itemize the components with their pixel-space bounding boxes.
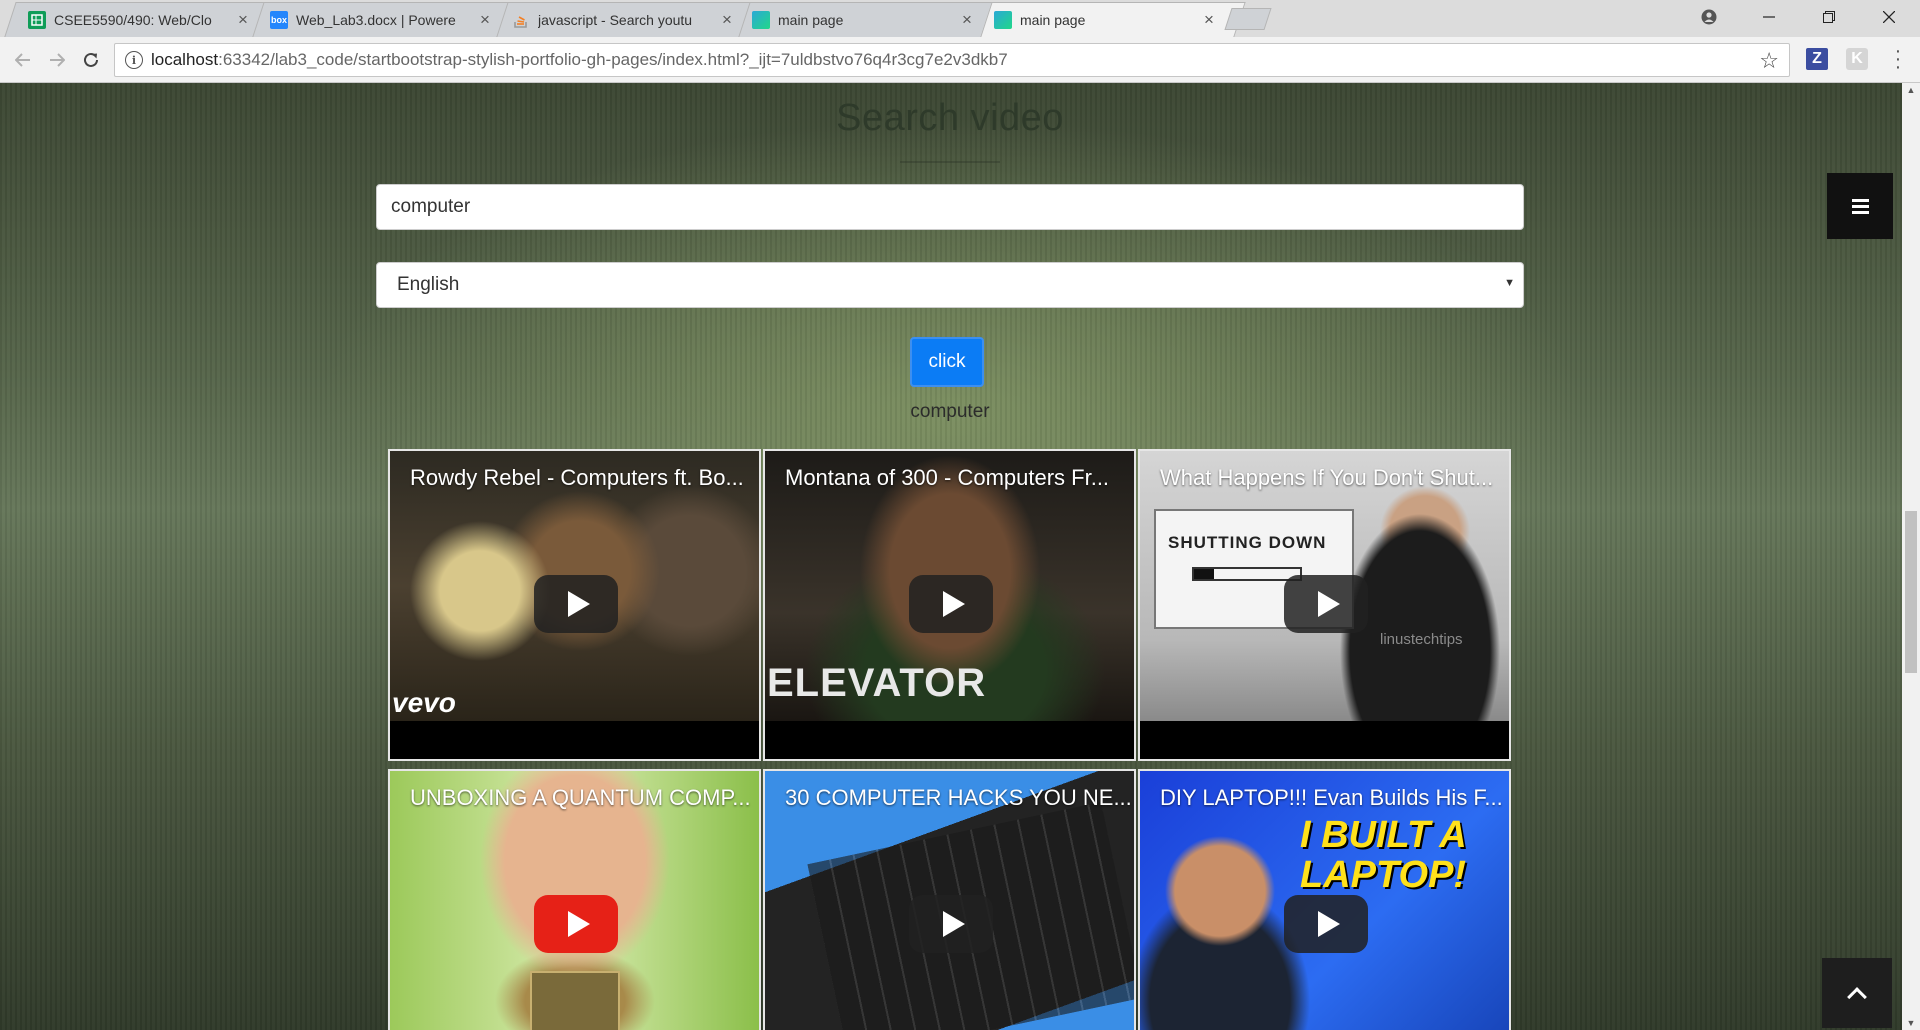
- extension-z-label: Z: [1812, 50, 1822, 67]
- close-icon[interactable]: ×: [958, 10, 976, 30]
- play-button[interactable]: [1284, 575, 1368, 633]
- video-title: 30 COMPUTER HACKS YOU NE...: [785, 785, 1132, 810]
- page-content: Search video English ▼ click computer ve…: [0, 83, 1902, 1030]
- elevator-logo: ELEVATOR: [767, 661, 987, 705]
- webstorm-icon: [752, 10, 770, 29]
- linustechtips-logo: linustechtips: [1380, 631, 1463, 648]
- close-icon[interactable]: ×: [476, 10, 494, 30]
- search-input[interactable]: [376, 184, 1524, 230]
- tab-title: main page: [778, 11, 844, 28]
- quantum-chip-shape: [530, 971, 620, 1030]
- video-title: UNBOXING A QUANTUM COMP...: [410, 785, 751, 810]
- stackoverflow-icon: [512, 11, 530, 29]
- extension-icon[interactable]: K: [1846, 48, 1868, 70]
- play-icon: [1318, 591, 1340, 617]
- tab-title: javascript - Search youtu: [538, 11, 693, 28]
- play-button[interactable]: [909, 895, 993, 953]
- i-built-a-laptop-text: I BUILT A LAPTOP!: [1300, 814, 1467, 896]
- video-title: Rowdy Rebel - Computers ft. Bo...: [410, 465, 744, 490]
- scroll-down-arrow-icon[interactable]: ▼: [1902, 1018, 1920, 1028]
- browser-menu-icon[interactable]: · · ·: [1890, 41, 1906, 77]
- scrollbar-thumb[interactable]: [1905, 511, 1917, 673]
- video-thumbnail[interactable]: vevo Rowdy Rebel - Computers ft. Bo...: [390, 451, 759, 721]
- browser-toolbar: i localhost:63342/lab3_code/startbootstr…: [0, 37, 1920, 83]
- video-title: What Happens If You Don't Shut...: [1160, 465, 1494, 490]
- dropdown-arrow-icon: ▼: [1504, 277, 1515, 289]
- restore-icon[interactable]: [1806, 0, 1852, 34]
- hamburger-icon: [1851, 198, 1869, 202]
- new-tab-button[interactable]: [1224, 8, 1272, 30]
- url-text: localhost:63342/lab3_code/startbootstrap…: [151, 50, 1008, 70]
- url-host: localhost: [151, 50, 219, 69]
- page-title: Search video: [836, 97, 1064, 139]
- video-thumbnail[interactable]: 30 COMPUTER HACKS YOU NE...: [765, 771, 1134, 1030]
- page-scrollbar[interactable]: ▲ ▼: [1902, 83, 1920, 1030]
- tab-title: Web_Lab3.docx | Powere: [296, 11, 456, 28]
- play-button[interactable]: [909, 575, 993, 633]
- minimize-icon[interactable]: [1746, 0, 1792, 34]
- tab-title: CSEE5590/490: Web/Clo: [54, 11, 212, 28]
- play-button[interactable]: [534, 575, 618, 633]
- tab-stackoverflow[interactable]: javascript - Search youtu ×: [512, 2, 736, 37]
- tab-strip: CSEE5590/490: Web/Clo × box Web_Lab3.doc…: [0, 0, 1920, 37]
- click-button[interactable]: click: [910, 337, 984, 387]
- close-icon[interactable]: ×: [1200, 10, 1218, 30]
- video-thumbnail[interactable]: I BUILT A LAPTOP! DIY LAPTOP!!! Evan Bui…: [1140, 771, 1509, 1030]
- tab-box[interactable]: box Web_Lab3.docx | Powere ×: [270, 2, 494, 37]
- tab-main-page[interactable]: main page ×: [752, 2, 976, 37]
- close-icon[interactable]: ×: [718, 10, 736, 30]
- video-title: DIY LAPTOP!!! Evan Builds His F...: [1160, 785, 1503, 810]
- hamburger-icon: [1851, 210, 1869, 214]
- language-selected: English: [397, 274, 460, 295]
- tab-sheets[interactable]: CSEE5590/490: Web/Clo ×: [28, 2, 252, 37]
- forward-icon[interactable]: [42, 45, 72, 75]
- extension-k-label: K: [1851, 50, 1863, 67]
- video-thumbnail[interactable]: UNBOXING A QUANTUM COMP...: [390, 771, 759, 1030]
- play-icon: [943, 591, 965, 617]
- video-thumbnail[interactable]: ELEVATOR Montana of 300 - Computers Fr..…: [765, 451, 1134, 721]
- sheets-icon: [28, 10, 46, 29]
- hamburger-icon: [1851, 204, 1869, 208]
- play-icon: [943, 911, 965, 937]
- shutting-down-label: SHUTTING DOWN: [1168, 533, 1327, 552]
- language-select[interactable]: English ▼: [376, 262, 1524, 308]
- box-icon: box: [270, 10, 288, 29]
- info-icon[interactable]: i: [125, 51, 143, 69]
- close-icon[interactable]: ×: [234, 10, 252, 30]
- play-icon: [1318, 911, 1340, 937]
- video-card[interactable]: SHUTTING DOWN linustechtips What Happens…: [1138, 449, 1511, 761]
- video-card[interactable]: I BUILT A LAPTOP! DIY LAPTOP!!! Evan Bui…: [1138, 769, 1511, 1030]
- bookmark-star-icon[interactable]: ☆: [1759, 48, 1779, 74]
- close-window-icon[interactable]: [1866, 0, 1912, 34]
- progress-bar-shape: [1192, 567, 1302, 581]
- play-button[interactable]: [1284, 895, 1368, 953]
- video-card[interactable]: 30 COMPUTER HACKS YOU NE...: [763, 769, 1136, 1030]
- video-card[interactable]: UNBOXING A QUANTUM COMP...: [388, 769, 761, 1030]
- tab-title: main page: [1020, 11, 1086, 28]
- video-title: Montana of 300 - Computers Fr...: [785, 465, 1110, 490]
- menu-toggle-button[interactable]: [1827, 173, 1893, 239]
- reload-icon[interactable]: [76, 45, 106, 75]
- back-icon[interactable]: [8, 45, 38, 75]
- tab-main-page-active[interactable]: main page ×: [994, 2, 1218, 37]
- title-divider: [900, 161, 1000, 163]
- zotero-extension-icon[interactable]: Z: [1806, 48, 1828, 70]
- play-icon: [568, 911, 590, 937]
- play-button[interactable]: [534, 895, 618, 953]
- video-card[interactable]: ELEVATOR Montana of 300 - Computers Fr..…: [763, 449, 1136, 761]
- url-path: :63342/lab3_code/startbootstrap-stylish-…: [218, 50, 1008, 69]
- chevron-up-icon: [1847, 987, 1867, 1007]
- scroll-up-arrow-icon[interactable]: ▲: [1902, 85, 1920, 95]
- vevo-logo: vevo: [392, 687, 456, 718]
- address-bar[interactable]: i localhost:63342/lab3_code/startbootstr…: [114, 43, 1790, 77]
- play-icon: [568, 591, 590, 617]
- webstorm-icon: [994, 10, 1012, 29]
- scroll-to-top-button[interactable]: [1822, 958, 1892, 1028]
- video-card[interactable]: vevo Rowdy Rebel - Computers ft. Bo...: [388, 449, 761, 761]
- profile-icon[interactable]: [1686, 0, 1732, 34]
- query-echo: computer: [910, 401, 990, 422]
- video-thumbnail[interactable]: SHUTTING DOWN linustechtips What Happens…: [1140, 451, 1509, 721]
